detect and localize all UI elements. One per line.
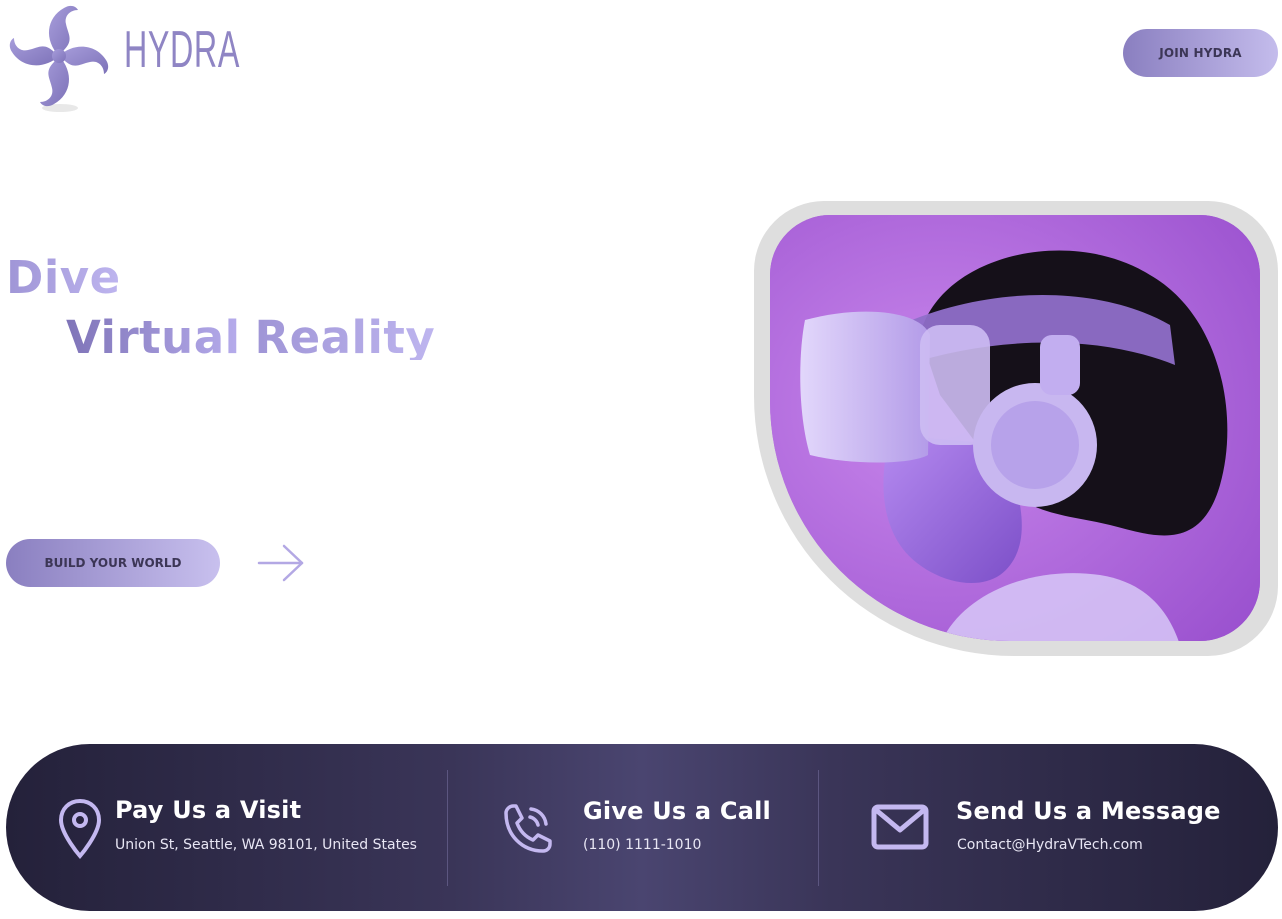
hero-word-dive: Dive bbox=[6, 251, 121, 304]
logo[interactable]: HYDRA bbox=[4, 0, 239, 120]
hero-image-frame bbox=[754, 201, 1278, 656]
hydra-logo-icon bbox=[9, 5, 109, 112]
contact-call: Give Us a Call (110) 1111-1010 bbox=[448, 744, 818, 911]
message-email[interactable]: Contact@HydraVTech.com bbox=[957, 837, 1143, 853]
visit-title: Pay Us a Visit bbox=[115, 796, 302, 824]
contact-message: Send Us a Message Contact@HydraVTech.com bbox=[819, 744, 1278, 911]
hero-heading-line2: Virtual Reality bbox=[66, 315, 435, 360]
contact-visit: Pay Us a Visit Union St, Seattle, WA 981… bbox=[6, 744, 446, 911]
hero-word-reality: Reality bbox=[254, 311, 436, 364]
join-hydra-button[interactable]: JOIN HYDRA bbox=[1123, 29, 1278, 77]
phone-icon bbox=[504, 804, 552, 853]
call-title: Give Us a Call bbox=[583, 797, 771, 825]
call-phone[interactable]: (110) 1111-1010 bbox=[583, 837, 701, 853]
visit-address: Union St, Seattle, WA 98101, United Stat… bbox=[115, 837, 417, 853]
build-your-world-button[interactable]: BUILD YOUR WORLD bbox=[6, 539, 220, 587]
arrow-right-icon[interactable] bbox=[256, 542, 306, 584]
brand-name: HYDRA bbox=[124, 21, 240, 79]
vr-person-illustration bbox=[770, 215, 1260, 641]
hero-word-virtual: Virtual bbox=[66, 311, 241, 364]
hero-heading-line1: Dive bbox=[6, 255, 121, 300]
envelope-icon bbox=[871, 804, 929, 850]
message-title: Send Us a Message bbox=[956, 797, 1221, 825]
contact-bar: Pay Us a Visit Union St, Seattle, WA 981… bbox=[6, 744, 1278, 911]
hero-image bbox=[770, 215, 1260, 641]
location-pin-icon bbox=[58, 798, 102, 860]
